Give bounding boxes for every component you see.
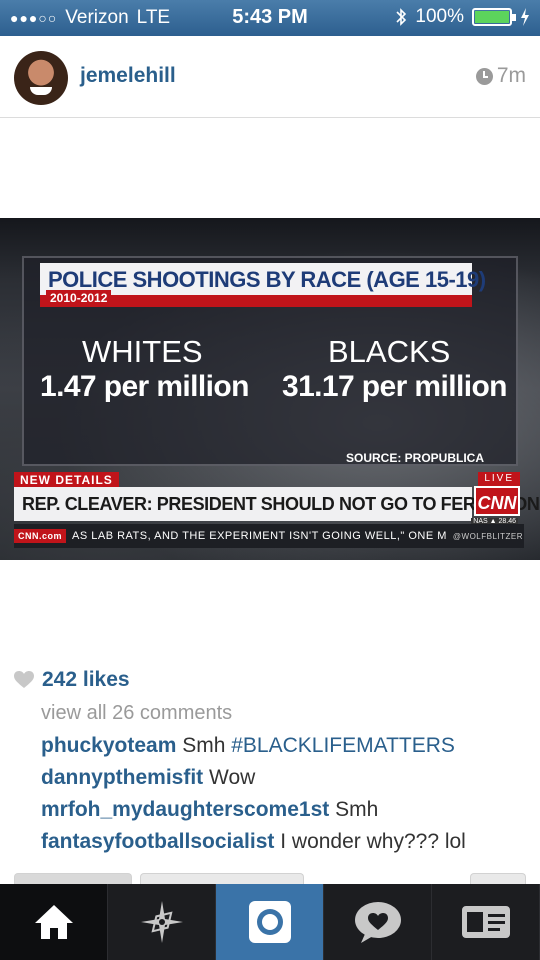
status-bar: ●●●○○ Verizon LTE 5:43 PM 100% — [0, 0, 540, 36]
battery-icon — [472, 8, 516, 26]
tab-bar — [0, 884, 540, 960]
comment: phuckyoteam Smh #BLACKLIFEMATTERS — [41, 734, 455, 758]
graphic-years: 2010-2012 — [46, 290, 112, 306]
ticker-handle: @WOLFBLITZER — [452, 531, 524, 541]
bluetooth-icon — [396, 8, 407, 26]
status-right: 100% — [395, 6, 530, 28]
post-age: 7m — [496, 64, 526, 87]
comment-username[interactable]: dannypthemisfit — [41, 766, 203, 789]
home-icon — [34, 905, 73, 939]
clock-icon — [475, 67, 493, 85]
tab-home[interactable] — [0, 884, 108, 960]
live-tag: LIVE — [478, 472, 520, 486]
view-all-comments[interactable]: view all 26 comments — [41, 702, 232, 725]
charging-icon — [521, 8, 529, 26]
camera-icon — [248, 901, 291, 943]
comment-text: Smh — [182, 734, 232, 757]
ticker-text: AS LAB RATS, AND THE EXPERIMENT ISN'T GO… — [72, 530, 447, 542]
comment-text: I wonder why??? lol — [280, 830, 466, 853]
heart-icon — [14, 671, 34, 688]
post-time: 7m — [475, 64, 526, 88]
comment: dannypthemisfit Wow — [41, 766, 255, 790]
comment-username[interactable]: phuckyoteam — [41, 734, 176, 757]
comment: mrfoh_mydaughterscome1st Smh — [41, 798, 378, 822]
news-lower-third: NEW DETAILS LIVE REP. CLEAVER: PRESIDENT… — [8, 472, 540, 560]
news-ticker: CNN.com AS LAB RATS, AND THE EXPERIMENT … — [14, 524, 524, 548]
comment: fantasyfootballsocialist I wonder why???… — [41, 830, 466, 854]
comment-username[interactable]: mrfoh_mydaughterscome1st — [41, 798, 329, 821]
tab-profile[interactable] — [432, 884, 540, 960]
explore-icon — [140, 901, 183, 943]
profile-icon — [461, 906, 510, 938]
new-details-tag: NEW DETAILS — [14, 472, 119, 488]
ticker-logo: CNN.com — [14, 529, 67, 543]
likes-count[interactable]: 242 likes — [42, 668, 130, 692]
blacks-heading: BLACKS — [328, 334, 451, 369]
likes-row[interactable]: 242 likes — [14, 668, 130, 692]
tab-activity[interactable] — [324, 884, 432, 960]
tab-explore[interactable] — [108, 884, 216, 960]
tab-camera[interactable] — [216, 884, 324, 960]
comment-username[interactable]: fantasyfootballsocialist — [41, 830, 274, 853]
graphic-source: SOURCE: PROPUBLICA — [345, 451, 484, 465]
whites-value: 1.47 per million — [40, 370, 249, 403]
whites-heading: WHITES — [82, 334, 203, 369]
post-header: jemelehill 7m — [0, 36, 540, 118]
comment-text: Wow — [209, 766, 256, 789]
battery-percent: 100% — [415, 6, 464, 27]
post-photo[interactable]: POLICE SHOOTINGS BY RACE (AGE 15-19) 201… — [0, 218, 540, 560]
activity-icon — [354, 902, 401, 943]
avatar[interactable] — [14, 51, 68, 105]
network-logo: CNN — [474, 486, 520, 516]
comment-text: Smh — [335, 798, 379, 821]
post-username[interactable]: jemelehill — [80, 64, 176, 88]
comment-hashtag[interactable]: #BLACKLIFEMATTERS — [231, 734, 455, 757]
blacks-value: 31.17 per million — [282, 370, 508, 403]
news-headline: REP. CLEAVER: PRESIDENT SHOULD NOT GO TO… — [14, 487, 540, 521]
